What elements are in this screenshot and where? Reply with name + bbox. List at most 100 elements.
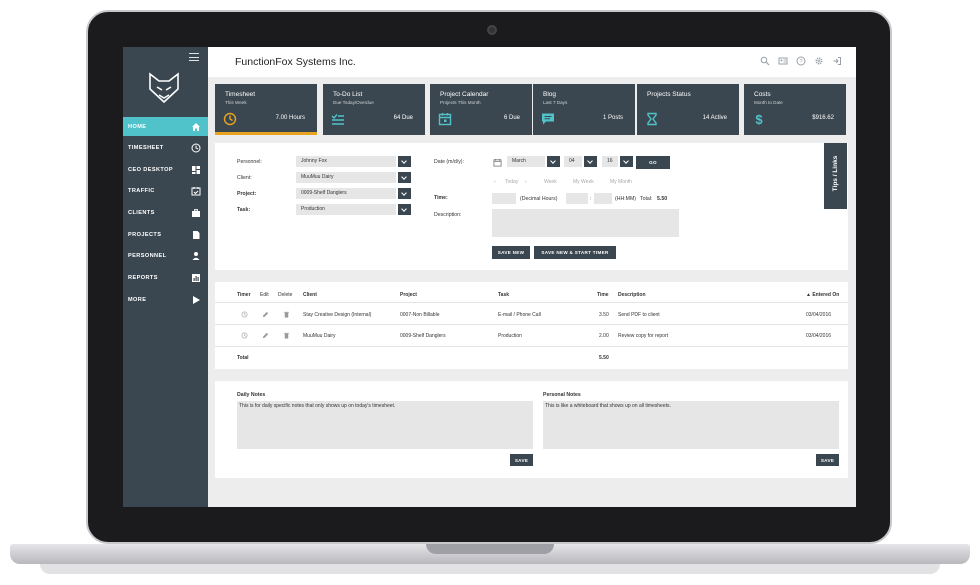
description-textarea[interactable] [492,209,679,237]
card-value: 14 Active [702,115,727,121]
sidebar-item-personnel[interactable]: PERSONNEL [123,246,208,265]
card-project-calendar[interactable]: Project Calendar Projects This Month 6 D… [430,84,532,135]
daily-notes-save-button[interactable]: SAVE [510,454,533,466]
cell-task: E-mail / Phone Call [498,312,541,318]
col-delete[interactable]: Delete [278,292,292,298]
company-name: FunctionFox Systems Inc. [235,56,356,68]
clock-icon [191,143,201,152]
month-select[interactable]: March [507,156,545,167]
project-select[interactable]: 0009-Shelf Danglers [296,188,396,199]
calendar-icon[interactable] [493,158,502,167]
sidebar-item-label: PERSONNEL [128,252,167,259]
cell-entered-on: 03/04/2016 [806,312,832,318]
briefcase-icon [192,208,200,217]
card-title: To-Do List [333,91,363,98]
sidebar-item-label: PROJECTS [128,231,162,238]
next-day-icon[interactable]: › [525,179,527,185]
app-screen: HOME TIMESHEET CEO DESKTOP TRAFFIC CLIEN… [123,47,856,507]
time-label: Time: [434,195,448,201]
camera [487,25,497,35]
minutes-input[interactable] [594,193,612,204]
pencil-icon[interactable] [262,311,269,318]
card-blog[interactable]: Blog Last 7 Days 1 Posts [533,84,635,135]
cell-project: 0007-Non Billable [400,312,440,318]
tips-links-tab[interactable]: Tips / Links [824,143,847,209]
quick-week[interactable]: Week [544,179,557,185]
sidebar-item-timesheet[interactable]: TIMESHEET [123,138,208,157]
quick-my-week[interactable]: My Week [573,179,594,185]
col-entered-on[interactable]: ▲ Entered On [806,292,839,298]
gear-icon[interactable] [814,56,824,66]
svg-text:$: $ [755,112,763,126]
help-icon[interactable]: ? [796,56,806,66]
cell-task: Production [498,333,522,339]
decimal-hours-input[interactable] [492,193,516,204]
col-timer[interactable]: Timer [237,292,251,298]
year-dropdown-button[interactable] [620,156,633,167]
logout-icon[interactable] [832,56,842,66]
personnel-dropdown-button[interactable] [398,156,411,167]
card-subtitle: This Week [225,100,247,105]
col-description[interactable]: Description [618,292,646,298]
card-todo[interactable]: To-Do List Due Today/Overdue 64 Due [323,84,425,135]
trash-icon[interactable] [283,332,290,339]
personal-notes-save-button[interactable]: SAVE [816,454,839,466]
sidebar-item-more[interactable]: MORE [123,290,208,309]
calendar-icon [438,113,452,126]
document-icon [193,230,200,239]
decimal-hours-hint: (Decimal Hours) [520,196,558,202]
sidebar-item-ceo-desktop[interactable]: CEO DESKTOP [123,160,208,179]
save-new-button[interactable]: SAVE NEW [492,246,530,259]
col-edit[interactable]: Edit [260,292,269,298]
prev-day-icon[interactable]: ‹ [494,179,496,185]
sidebar-item-reports[interactable]: REPORTS [123,268,208,287]
card-subtitle: Last 7 Days [543,100,568,105]
pencil-icon[interactable] [262,332,269,339]
day-select[interactable]: 04 [564,156,582,167]
col-client[interactable]: Client [303,292,317,298]
sidebar-item-traffic[interactable]: TRAFFIC [123,181,208,200]
task-select[interactable]: Production [296,204,396,215]
quick-my-month[interactable]: My Month [610,179,632,185]
contact-card-icon[interactable] [778,56,788,66]
day-dropdown-button[interactable] [584,156,597,167]
go-button[interactable]: GO [636,156,670,169]
year-select[interactable]: 16 [602,156,618,167]
row-divider [215,346,848,347]
personal-notes-textarea[interactable]: This is like a whiteboard that shows up … [543,401,839,449]
timer-clock-icon[interactable] [241,332,248,339]
card-projects-status[interactable]: Projects Status 14 Active [637,84,739,135]
cell-time: 3.50 [599,312,609,318]
col-project[interactable]: Project [400,292,417,298]
card-costs[interactable]: Costs Month to Date $ $916.62 [744,84,846,135]
card-title: Blog [543,91,557,98]
daily-notes-textarea[interactable]: This is for daily specific notes that on… [237,401,533,449]
hamburger-menu-icon[interactable] [189,53,199,61]
top-bar: FunctionFox Systems Inc. ? [208,47,856,77]
hours-input[interactable] [566,193,588,204]
timer-clock-icon[interactable] [241,311,248,318]
card-timesheet[interactable]: Timesheet This Week 7.00 Hours [215,84,317,135]
table-total-label: Total [237,355,249,361]
project-dropdown-button[interactable] [398,188,411,199]
col-task[interactable]: Task [498,292,509,298]
description-label: Description: [434,212,462,218]
cell-description: Review copy for report [618,333,669,339]
task-dropdown-button[interactable] [398,204,411,215]
sidebar-item-clients[interactable]: CLIENTS [123,203,208,222]
sidebar-item-label: HOME [128,123,147,130]
quick-today[interactable]: Today [505,179,518,185]
save-new-start-timer-button[interactable]: SAVE NEW & START TIMER [534,246,616,259]
client-dropdown-button[interactable] [398,172,411,183]
trash-icon[interactable] [283,311,290,318]
col-time[interactable]: Time [597,292,609,298]
sidebar-item-projects[interactable]: PROJECTS [123,225,208,244]
month-dropdown-button[interactable] [547,156,560,167]
cell-description: Send PDF to client [618,312,660,318]
home-icon [192,122,200,131]
search-icon[interactable] [760,56,770,66]
personnel-select[interactable]: Johnny Fox [296,156,396,167]
client-select[interactable]: MuuMuu Dairy [296,172,396,183]
hourglass-icon [647,112,657,126]
sidebar-item-home[interactable]: HOME [123,117,208,136]
